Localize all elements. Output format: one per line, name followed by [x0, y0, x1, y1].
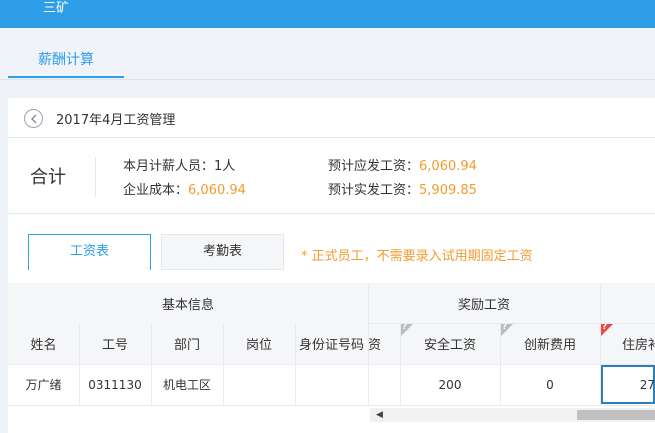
- col-header-wage[interactable]: 资: [368, 323, 400, 364]
- col-header-id-card[interactable]: 身份证号码: [295, 323, 368, 364]
- payable-salary-value: 6,060.94: [419, 159, 477, 174]
- staff-count-label: 本月计薪人员：: [123, 159, 215, 174]
- grid-line: [400, 323, 401, 405]
- col-header-emp-id[interactable]: 工号: [79, 323, 151, 364]
- grid-line: [295, 323, 296, 405]
- help-icon[interactable]: ?: [500, 322, 514, 337]
- help-icon[interactable]: ?: [400, 322, 414, 337]
- scroll-thumb[interactable]: [577, 410, 655, 420]
- notice-text: * 正式员工，不需要录入试用期固定工资: [301, 249, 533, 264]
- grid-line: [151, 323, 152, 405]
- salary-table: 基本信息 奖励工资 姓名 工号 部门 岗位 身份证号码 资 安全工资 创新费用 …: [8, 283, 655, 407]
- nav-bar: 薪酬计算: [0, 28, 655, 80]
- grid-line: [223, 323, 224, 405]
- col-header-innovation[interactable]: 创新费用: [500, 323, 600, 364]
- cell-innovation[interactable]: 0: [500, 364, 600, 405]
- panel-header: 2017年4月工资管理: [8, 98, 655, 138]
- cell-safety-pay[interactable]: 200: [400, 364, 500, 405]
- grid-line: [8, 405, 655, 406]
- grid-line: [79, 323, 80, 405]
- grid-line: [368, 283, 369, 405]
- group-header-bonus-pay: 奖励工资: [457, 297, 510, 313]
- tab-attendance-sheet[interactable]: 考勤表: [161, 234, 284, 270]
- tab-salary-sheet[interactable]: 工资表: [28, 234, 151, 270]
- tab-salary-calculation[interactable]: 薪酬计算: [8, 48, 124, 78]
- cell-name: 万广绪: [25, 378, 62, 392]
- actual-salary-value: 5,909.85: [419, 183, 477, 198]
- col-header-position[interactable]: 岗位: [223, 323, 295, 364]
- summary-section: 合计 本月计薪人员：1人 企业成本：6,060.94 预计应发工资：6,060.…: [8, 139, 655, 214]
- enterprise-cost-label: 企业成本：: [123, 183, 189, 198]
- col-header-name[interactable]: 姓名: [8, 323, 79, 364]
- group-header-basic-info: 基本信息: [161, 297, 214, 313]
- main-panel: 2017年4月工资管理 合计 本月计薪人员：1人 企业成本：6,060.94 预…: [8, 98, 655, 433]
- back-button[interactable]: [24, 109, 43, 128]
- col-header-dept[interactable]: 部门: [151, 323, 223, 364]
- staff-count: 本月计薪人员：1人: [123, 155, 235, 174]
- horizontal-scrollbar[interactable]: ◀: [370, 408, 655, 422]
- cell-housing: 27: [639, 377, 655, 392]
- grid-line: [368, 323, 655, 324]
- top-bar: 三矿: [0, 0, 655, 28]
- cell-wage[interactable]: [368, 364, 400, 405]
- summary-divider: [95, 157, 96, 197]
- actual-salary: 预计实发工资：5,909.85: [328, 179, 477, 198]
- actual-salary-label: 预计实发工资：: [328, 183, 420, 198]
- help-icon[interactable]: ?: [600, 322, 614, 337]
- grid-line: [8, 364, 655, 365]
- cell-position[interactable]: [223, 364, 295, 405]
- cell-dept: 机电工区: [162, 378, 211, 392]
- payable-salary-label: 预计应发工资：: [328, 159, 420, 174]
- payable-salary: 预计应发工资：6,060.94: [328, 155, 477, 174]
- scroll-left-icon[interactable]: ◀: [376, 410, 383, 420]
- enterprise-cost: 企业成本：6,060.94: [123, 179, 246, 198]
- staff-count-value: 1人: [214, 159, 236, 174]
- col-header-safety-pay[interactable]: 安全工资: [400, 323, 500, 364]
- enterprise-cost-value: 6,060.94: [188, 183, 246, 198]
- chevron-left-icon: [31, 114, 37, 124]
- app-title: 三矿: [43, 1, 70, 16]
- cell-emp-id: 0311130: [88, 377, 142, 392]
- summary-label: 合计: [30, 167, 66, 188]
- grid-line: [500, 323, 501, 405]
- cell-id-card[interactable]: [295, 364, 368, 405]
- grid-line: [600, 283, 601, 405]
- housing-input[interactable]: 27: [601, 365, 655, 404]
- page-title: 2017年4月工资管理: [56, 113, 176, 128]
